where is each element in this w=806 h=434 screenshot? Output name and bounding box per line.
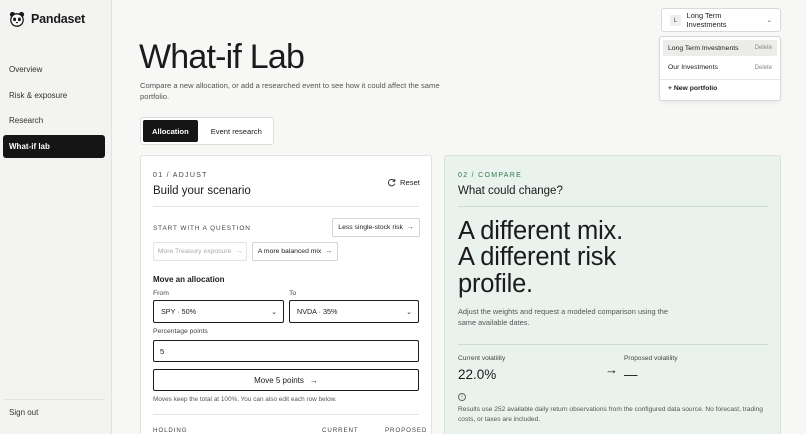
mode-tabs: Allocation Event research <box>140 117 274 145</box>
delete-portfolio-button[interactable]: Delete <box>755 45 772 51</box>
sidebar-divider <box>3 399 105 400</box>
suggestion-less-single-stock-risk[interactable]: Less single-stock risk → <box>332 218 420 237</box>
arrow-right-icon: → <box>235 248 243 255</box>
suggestion-label: Less single-stock risk <box>338 224 403 231</box>
arrow-right-icon: → <box>309 375 318 385</box>
compare-title: What could change? <box>458 185 563 197</box>
section-divider <box>153 206 419 207</box>
column-header-proposed: PROPOSED <box>385 427 428 434</box>
section-divider <box>153 414 419 415</box>
move-points-button[interactable]: Move 5 points → <box>153 369 419 391</box>
methodology-note: Results use 252 available daily return o… <box>458 406 763 424</box>
current-volatility-label: Current volatility <box>458 355 506 362</box>
from-label: From <box>153 290 169 297</box>
sign-out-link[interactable]: Sign out <box>9 408 38 417</box>
tab-allocation[interactable]: Allocation <box>143 120 198 142</box>
brand-name: Pandaset <box>31 12 85 26</box>
from-select-value: SPY · 50% <box>161 307 197 316</box>
chevron-down-icon: ⌄ <box>406 308 412 316</box>
info-icon: i <box>458 393 466 401</box>
chevron-down-icon: ⌄ <box>271 308 277 316</box>
percentage-points-label: Percentage points <box>153 328 208 335</box>
headline-line: A different mix. <box>458 217 623 245</box>
tab-event-research[interactable]: Event research <box>202 120 271 142</box>
sidebar-nav: Overview Risk & exposure Research What-i… <box>3 58 105 160</box>
sidebar-item-research[interactable]: Research <box>3 109 105 132</box>
arrow-right-icon: → <box>325 248 333 255</box>
from-select[interactable]: SPY · 50% ⌄ <box>153 300 284 323</box>
adjust-step-label: 01 / ADJUST <box>153 172 208 179</box>
suggestion-more-treasury-exposure[interactable]: More Treasury exposure → <box>153 242 247 261</box>
adjust-title: Build your scenario <box>153 185 251 197</box>
question-label: START WITH A QUESTION <box>153 225 251 232</box>
move-note: Moves keep the total at 100%. You can al… <box>153 396 337 403</box>
section-divider <box>458 206 768 207</box>
sidebar-item-risk-exposure[interactable]: Risk & exposure <box>3 84 105 107</box>
reset-label: Reset <box>400 178 420 187</box>
compare-panel: 02 / COMPARE What could change? A differ… <box>444 155 781 434</box>
sidebar-item-overview[interactable]: Overview <box>3 58 105 81</box>
proposed-volatility-label: Proposed volatility <box>624 355 678 362</box>
delete-portfolio-button[interactable]: Delete <box>755 65 772 71</box>
sidebar-item-what-if-lab[interactable]: What-if lab <box>3 134 105 158</box>
portfolio-avatar: L <box>670 14 681 26</box>
page-title: What-if Lab <box>139 38 305 76</box>
panda-icon <box>9 11 25 27</box>
brand[interactable]: Pandaset <box>9 11 85 27</box>
compare-headline: A different mix. A different risk profil… <box>458 218 768 297</box>
suggestion-more-balanced-mix[interactable]: A more balanced mix → <box>252 242 338 261</box>
to-select-value: NVDA · 35% <box>297 307 338 316</box>
adjust-panel: 01 / ADJUST Build your scenario Reset ST… <box>140 155 432 434</box>
section-divider <box>458 344 768 345</box>
reset-button[interactable]: Reset <box>387 178 420 187</box>
percentage-points-input[interactable]: 5 <box>153 340 419 362</box>
arrow-right-icon: → <box>406 224 414 231</box>
move-points-label: Move 5 points <box>254 375 304 385</box>
portfolio-dropdown: Long Term Investments Delete Our Investm… <box>659 36 781 101</box>
column-header-current: CURRENT <box>322 427 359 434</box>
compare-description: Adjust the weights and request a modeled… <box>458 307 668 328</box>
page-subtitle: Compare a new allocation, or add a resea… <box>140 81 440 101</box>
to-label: To <box>289 290 297 297</box>
arrow-right-icon: → <box>605 362 618 377</box>
portfolio-option[interactable]: Long Term Investments Delete <box>663 40 777 56</box>
refresh-icon <box>387 179 396 187</box>
current-volatility-value: 22.0% <box>458 367 497 382</box>
sidebar: Pandaset Overview Risk & exposure Resear… <box>0 0 112 434</box>
compare-step-label: 02 / COMPARE <box>458 172 523 179</box>
portfolio-selected-label: Long Term Investments <box>686 11 727 29</box>
suggestion-label: More Treasury exposure <box>157 248 232 255</box>
headline-line: profile. <box>458 269 533 298</box>
portfolio-option-label: Our Investments <box>668 64 718 71</box>
portfolio-option[interactable]: Our Investments Delete <box>663 60 777 76</box>
to-select[interactable]: NVDA · 35% ⌄ <box>289 300 419 323</box>
portfolio-selector[interactable]: L Long Term Investments ⌄ <box>661 8 781 32</box>
move-allocation-title: Move an allocation <box>153 275 225 284</box>
new-portfolio-button[interactable]: + New portfolio <box>663 80 777 97</box>
chevron-down-icon: ⌄ <box>766 17 772 24</box>
headline-line: A different risk <box>458 243 616 272</box>
suggestion-label: A more balanced mix <box>257 248 322 255</box>
column-header-holding: HOLDING <box>153 427 188 434</box>
portfolio-option-label: Long Term Investments <box>668 44 739 52</box>
proposed-volatility-value: — <box>624 367 638 382</box>
